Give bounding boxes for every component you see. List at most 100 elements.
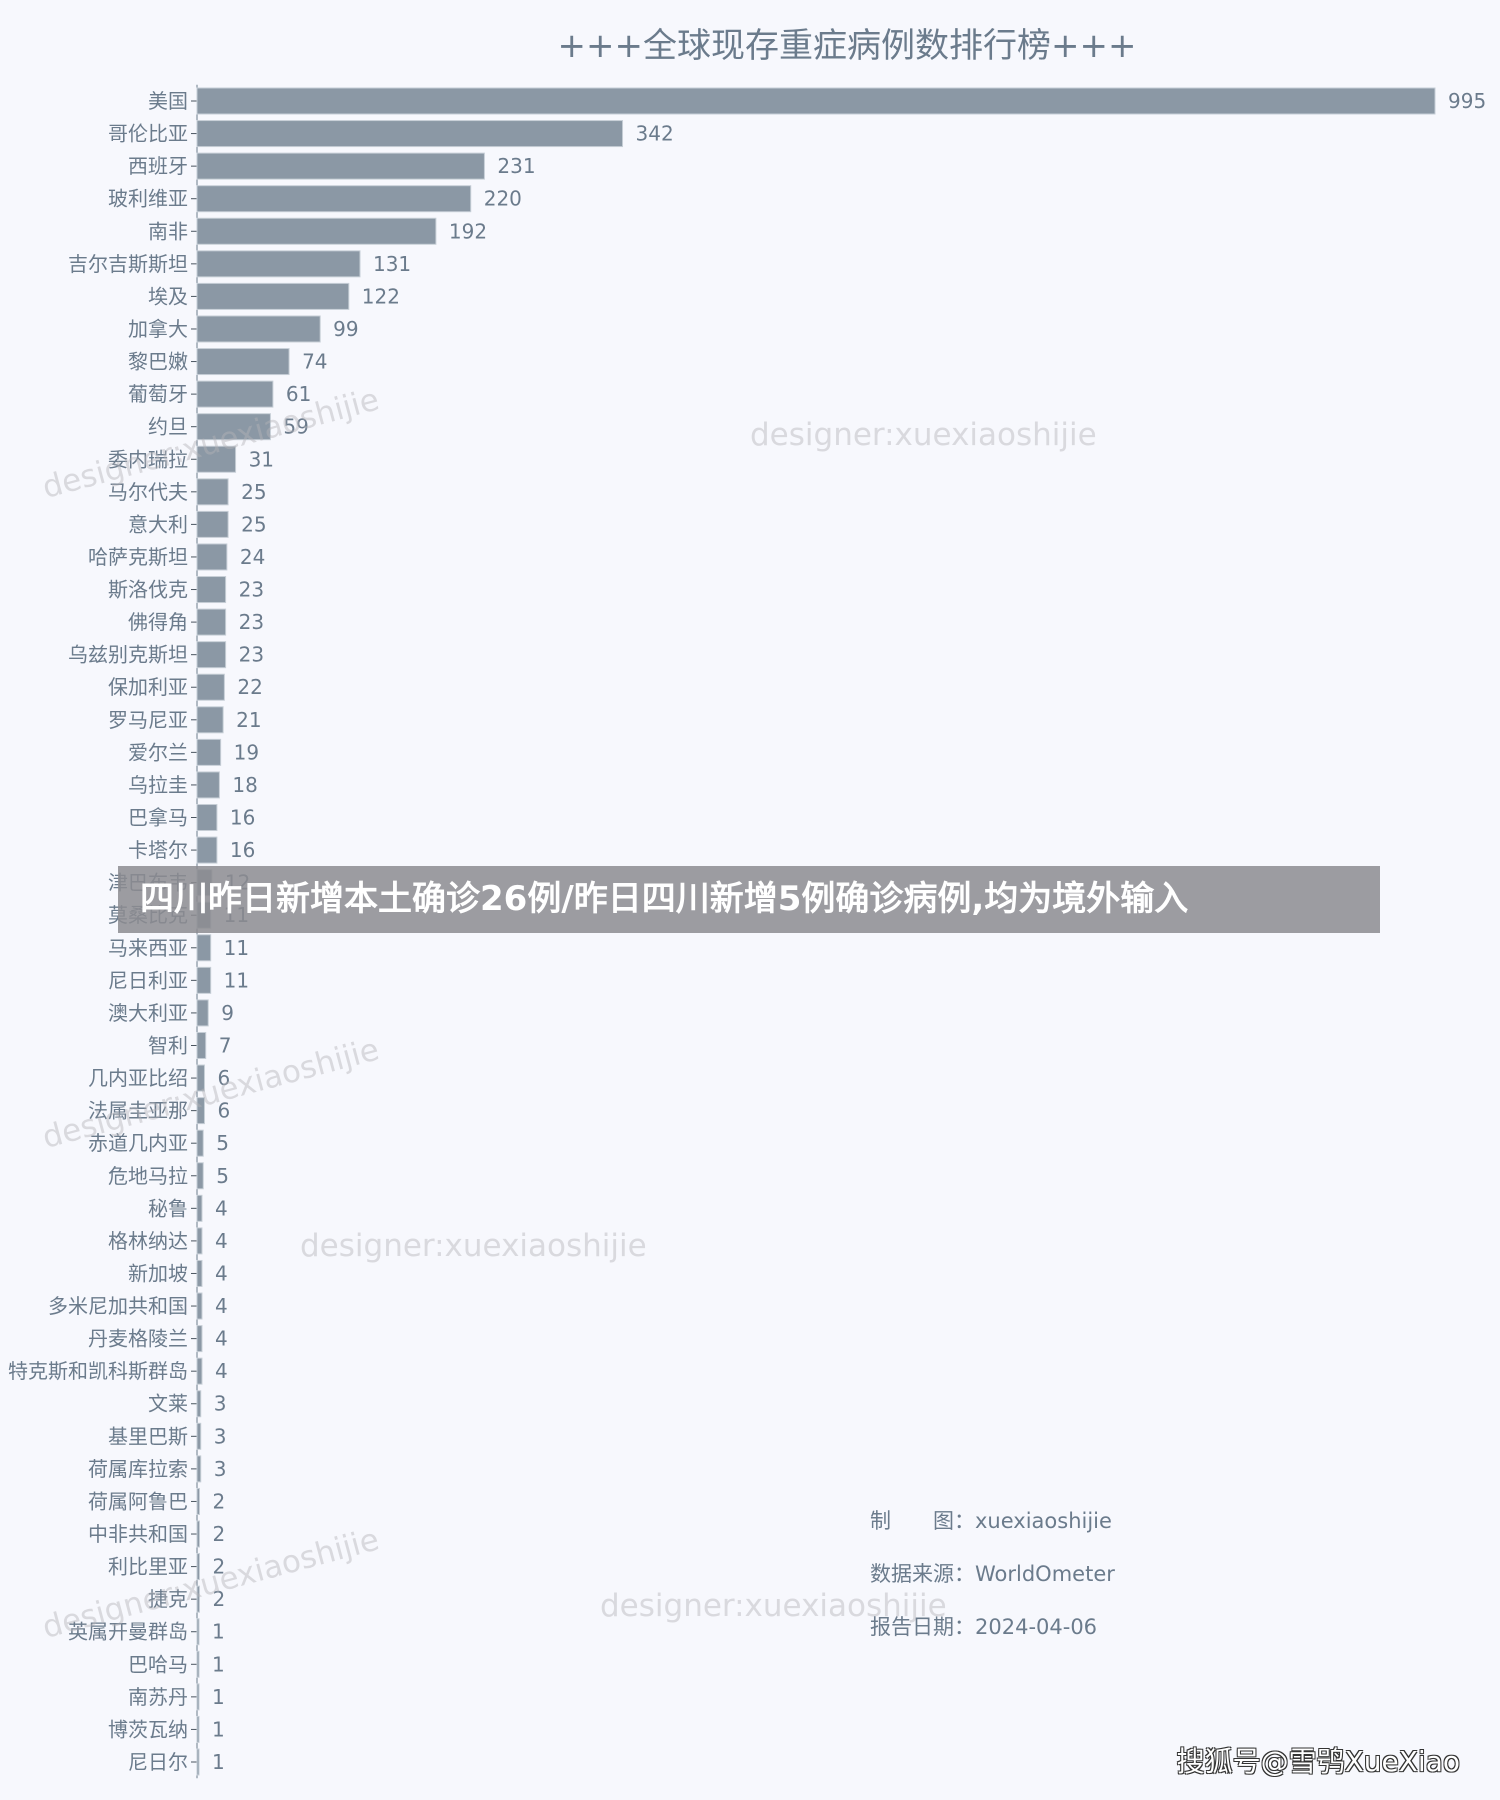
category-label: 尼日利亚 [108, 968, 188, 992]
category-label: 格林纳达 [108, 1229, 188, 1253]
category-label: 秘鲁 [148, 1196, 188, 1220]
credit-date: 报告日期：2024-04-06 [870, 1611, 1115, 1664]
category-label: 巴拿马 [128, 806, 188, 830]
watermark-text: designer:xuexiaoshijie [750, 417, 1097, 453]
bar [196, 673, 225, 701]
category-label: 加拿大 [128, 317, 188, 341]
value-label: 7 [219, 1033, 232, 1057]
credit-date-value: 2024-04-06 [975, 1615, 1098, 1639]
bar [196, 1259, 203, 1287]
category-label: 新加坡 [128, 1261, 188, 1285]
value-label: 220 [484, 187, 522, 211]
bar [196, 804, 218, 832]
bar [196, 706, 224, 734]
bar [196, 250, 361, 278]
category-label: 葡萄牙 [128, 382, 188, 406]
value-label: 25 [241, 512, 266, 536]
category-label: 南非 [148, 219, 188, 243]
credit-source-value: WorldOmeter [975, 1562, 1115, 1586]
value-label: 23 [239, 643, 264, 667]
value-label: 25 [241, 480, 266, 504]
bar [196, 576, 227, 604]
value-label: 4 [215, 1261, 228, 1285]
credit-maker-label: 制 图： [870, 1509, 975, 1533]
category-label: 巴哈马 [128, 1652, 188, 1676]
category-label: 黎巴嫩 [128, 350, 188, 374]
value-label: 24 [240, 545, 265, 569]
value-label: 3 [214, 1424, 227, 1448]
value-label: 16 [230, 806, 255, 830]
value-label: 4 [215, 1359, 228, 1383]
value-label: 4 [215, 1327, 228, 1351]
value-label: 4 [215, 1294, 228, 1318]
bar [196, 510, 229, 538]
category-label: 文莱 [148, 1392, 188, 1416]
category-label: 哥伦比亚 [108, 122, 188, 146]
category-label: 智利 [148, 1033, 188, 1057]
category-label: 卡塔尔 [128, 838, 188, 862]
credits-block: 制 图：xuexiaoshijie 数据来源：WorldOmeter 报告日期：… [870, 1505, 1115, 1664]
category-label: 吉尔吉斯斯坦 [68, 252, 188, 276]
value-label: 3 [214, 1392, 227, 1416]
value-label: 23 [239, 610, 264, 634]
bar [196, 478, 229, 506]
bar [196, 608, 227, 636]
value-label: 11 [224, 968, 249, 992]
category-label: 中非共和国 [88, 1522, 188, 1546]
value-label: 18 [232, 773, 257, 797]
bar [196, 1650, 200, 1678]
credit-maker: 制 图：xuexiaoshijie [870, 1505, 1115, 1558]
bar [196, 1162, 204, 1190]
value-label: 21 [236, 708, 261, 732]
bar [196, 934, 212, 962]
value-label: 231 [497, 154, 535, 178]
bar [196, 543, 228, 571]
category-label: 乌拉圭 [128, 773, 188, 797]
bar [196, 1748, 200, 1776]
credit-maker-value: xuexiaoshijie [975, 1509, 1112, 1533]
category-label: 美国 [148, 89, 188, 113]
category-label: 埃及 [148, 284, 188, 308]
headline-banner: 四川昨日新增本土确诊26例/昨日四川新增5例确诊病例,均为境外输入 [118, 866, 1380, 933]
bar [196, 87, 1436, 115]
bar [196, 1292, 203, 1320]
value-label: 1 [212, 1717, 225, 1741]
category-label: 爱尔兰 [128, 740, 188, 764]
bar [196, 966, 212, 994]
bar [196, 1618, 200, 1646]
category-label: 玻利维亚 [108, 187, 188, 211]
value-label: 2 [212, 1489, 225, 1513]
bar [196, 1031, 207, 1059]
value-label: 4 [215, 1196, 228, 1220]
category-label: 乌兹别克斯坦 [68, 643, 188, 667]
credit-date-label: 报告日期： [870, 1615, 975, 1639]
bar [196, 1129, 204, 1157]
bar [196, 1194, 203, 1222]
value-label: 99 [333, 317, 358, 341]
category-label: 多米尼加共和国 [48, 1294, 188, 1318]
value-label: 192 [449, 219, 487, 243]
source-watermark: 搜狐号@雪鸮XueXiao [1176, 1745, 1460, 1778]
bar [196, 1325, 203, 1353]
category-label: 马来西亚 [108, 936, 188, 960]
value-label: 2 [212, 1522, 225, 1546]
category-label: 哈萨克斯坦 [88, 545, 188, 569]
value-label: 131 [373, 252, 411, 276]
category-label: 斯洛伐克 [108, 578, 188, 602]
bar [196, 217, 437, 245]
bar [196, 152, 485, 180]
category-label: 保加利亚 [108, 675, 188, 699]
bar [196, 836, 218, 864]
category-label: 尼日尔 [128, 1750, 188, 1774]
bar [196, 641, 227, 669]
bar [196, 348, 290, 376]
bar [196, 185, 472, 213]
bar [196, 1683, 200, 1711]
category-label: 基里巴斯 [108, 1424, 188, 1448]
bar [196, 315, 321, 343]
value-label: 1 [212, 1652, 225, 1676]
value-label: 1 [212, 1620, 225, 1644]
category-label: 意大利 [128, 512, 188, 536]
bar [196, 999, 209, 1027]
value-label: 9 [221, 1001, 234, 1025]
